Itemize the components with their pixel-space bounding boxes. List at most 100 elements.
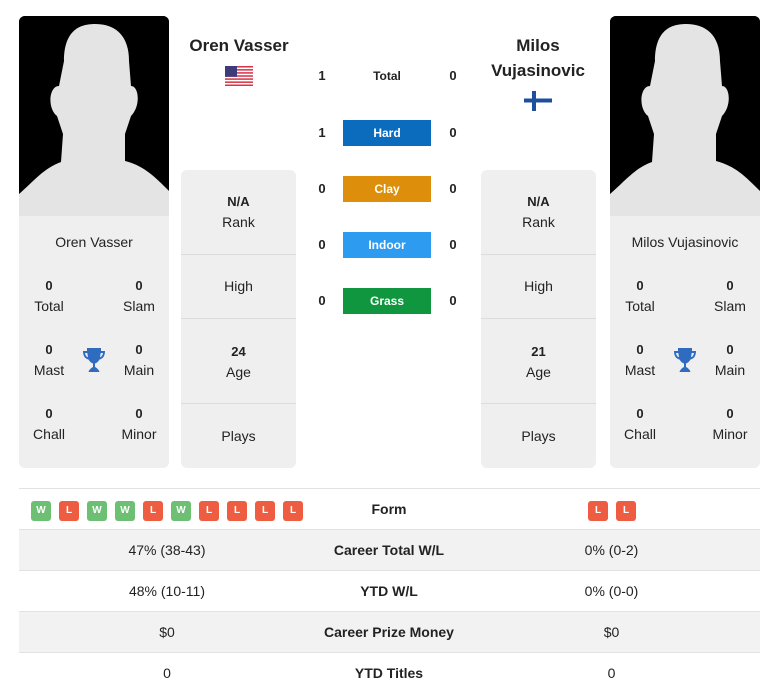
titles-total-value: 0	[636, 278, 644, 293]
form-badge-loss: L	[588, 501, 608, 521]
form-badge-loss: L	[616, 501, 636, 521]
titles-chall-left: 0 Chall	[19, 404, 79, 444]
plays-label: Plays	[521, 428, 556, 444]
high-left: High	[181, 276, 296, 296]
divider	[481, 318, 596, 319]
form-badge-win: W	[87, 501, 107, 521]
h2h-left-count: 0	[318, 181, 326, 196]
rank-value: N/A	[527, 194, 550, 209]
titles-mast-value: 0	[636, 342, 644, 357]
h2h-right-count: 0	[449, 237, 457, 252]
rank-left: N/A Rank	[181, 192, 296, 232]
career-wl-left: 47% (38-43)	[128, 542, 206, 558]
high-label: High	[524, 278, 553, 294]
titles-minor-label: Minor	[121, 426, 157, 442]
surface-badge-hard: Hard	[343, 120, 431, 146]
comparison-table: WLWWLWLLLL Form LL 47% (38-43) Career To…	[19, 488, 760, 693]
titles-mast-label: Mast	[624, 362, 656, 378]
trophy-icon	[674, 348, 696, 372]
form-row: WLWWLWLLLL Form LL	[19, 488, 760, 529]
titles-main-label: Main	[714, 362, 746, 378]
form-badge-win: W	[171, 501, 191, 521]
titles-minor-left: 0 Minor	[109, 404, 169, 444]
h2h-left-count: 1	[318, 68, 326, 83]
player-heading-right[interactable]: Milos Vujasinovic	[478, 33, 598, 83]
player-photo-left	[19, 16, 169, 216]
h2h-row-clay: 0 Clay 0	[300, 176, 478, 202]
titles-chall-value: 0	[45, 406, 53, 421]
info-card-right: N/A Rank High 21 Age Plays	[481, 170, 596, 468]
titles-total-label: Total	[34, 298, 64, 314]
titles-chall-right: 0 Chall	[610, 404, 670, 444]
titles-total-value: 0	[45, 278, 53, 293]
form-badge-loss: L	[227, 501, 247, 521]
player-photo-right	[610, 16, 760, 216]
titles-main-left: 0 Main	[109, 340, 169, 380]
high-label: High	[224, 278, 253, 294]
prize-money-left: $0	[159, 624, 175, 640]
form-right: LL	[588, 501, 636, 521]
titles-minor-value: 0	[135, 406, 143, 421]
divider	[181, 318, 296, 319]
h2h-right-count: 0	[449, 293, 457, 308]
titles-card-left: Oren Vasser 0 Total 0 Slam 0 Mast 0 Main…	[19, 216, 169, 468]
player-heading-left[interactable]: Oren Vasser	[178, 33, 300, 58]
titles-chall-value: 0	[636, 406, 644, 421]
plays-right: Plays	[481, 426, 596, 446]
silhouette-icon	[19, 16, 169, 216]
surface-badge-clay: Clay	[343, 176, 431, 202]
player-name-right: Milos Vujasinovic	[631, 234, 739, 250]
h2h-surface-label: Total	[373, 69, 401, 83]
titles-main-value: 0	[135, 342, 143, 357]
age-value: 21	[531, 344, 546, 359]
titles-main-value: 0	[726, 342, 734, 357]
ytd-wl-left: 48% (10-11)	[128, 583, 205, 599]
form-badge-loss: L	[199, 501, 219, 521]
plays-left: Plays	[181, 426, 296, 446]
h2h-right-count: 0	[449, 68, 457, 83]
titles-slam-label: Slam	[123, 298, 155, 314]
table-row: 48% (10-11) YTD W/L 0% (0-0)	[19, 570, 760, 611]
titles-mast-label: Mast	[33, 362, 65, 378]
titles-mast-value: 0	[45, 342, 53, 357]
player-name-left: Oren Vasser	[55, 234, 133, 250]
us-flag-icon	[225, 66, 253, 86]
titles-slam-label: Slam	[714, 298, 746, 314]
table-row: 47% (38-43) Career Total W/L 0% (0-2)	[19, 529, 760, 570]
rank-value: N/A	[227, 194, 250, 209]
ytd-titles-right: 0	[607, 665, 616, 681]
divider	[481, 254, 596, 255]
rank-label: Rank	[522, 214, 555, 230]
titles-main-label: Main	[123, 362, 155, 378]
ytd-titles-label: YTD Titles	[354, 665, 424, 681]
ytd-wl-right: 0% (0-0)	[584, 583, 639, 599]
titles-chall-label: Chall	[33, 426, 65, 442]
finland-flag-icon	[524, 91, 552, 111]
ytd-wl-label: YTD W/L	[360, 583, 418, 599]
form-badge-loss: L	[283, 501, 303, 521]
trophy-icon	[83, 348, 105, 372]
form-badge-loss: L	[255, 501, 275, 521]
career-wl-label: Career Total W/L	[333, 542, 445, 558]
titles-chall-label: Chall	[624, 426, 656, 442]
titles-slam-value: 0	[135, 278, 143, 293]
age-label: Age	[226, 364, 251, 380]
surface-badge-indoor: Indoor	[343, 232, 431, 258]
titles-main-right: 0 Main	[700, 340, 760, 380]
plays-label: Plays	[221, 428, 256, 444]
h2h-left-count: 1	[318, 125, 326, 140]
form-left: WLWWLWLLLL	[31, 501, 303, 521]
form-label: Form	[371, 501, 407, 517]
divider	[181, 254, 296, 255]
h2h-row-total: 1 Total 0	[300, 63, 478, 89]
titles-total-left: 0 Total	[19, 276, 79, 316]
info-card-left: N/A Rank High 24 Age Plays	[181, 170, 296, 468]
age-label: Age	[526, 364, 551, 380]
h2h-left-count: 0	[318, 293, 326, 308]
silhouette-icon	[610, 16, 760, 216]
h2h-right-count: 0	[449, 181, 457, 196]
form-badge-loss: L	[59, 501, 79, 521]
h2h-row-indoor: 0 Indoor 0	[300, 232, 478, 258]
titles-minor-right: 0 Minor	[700, 404, 760, 444]
h2h-left-count: 0	[318, 237, 326, 252]
